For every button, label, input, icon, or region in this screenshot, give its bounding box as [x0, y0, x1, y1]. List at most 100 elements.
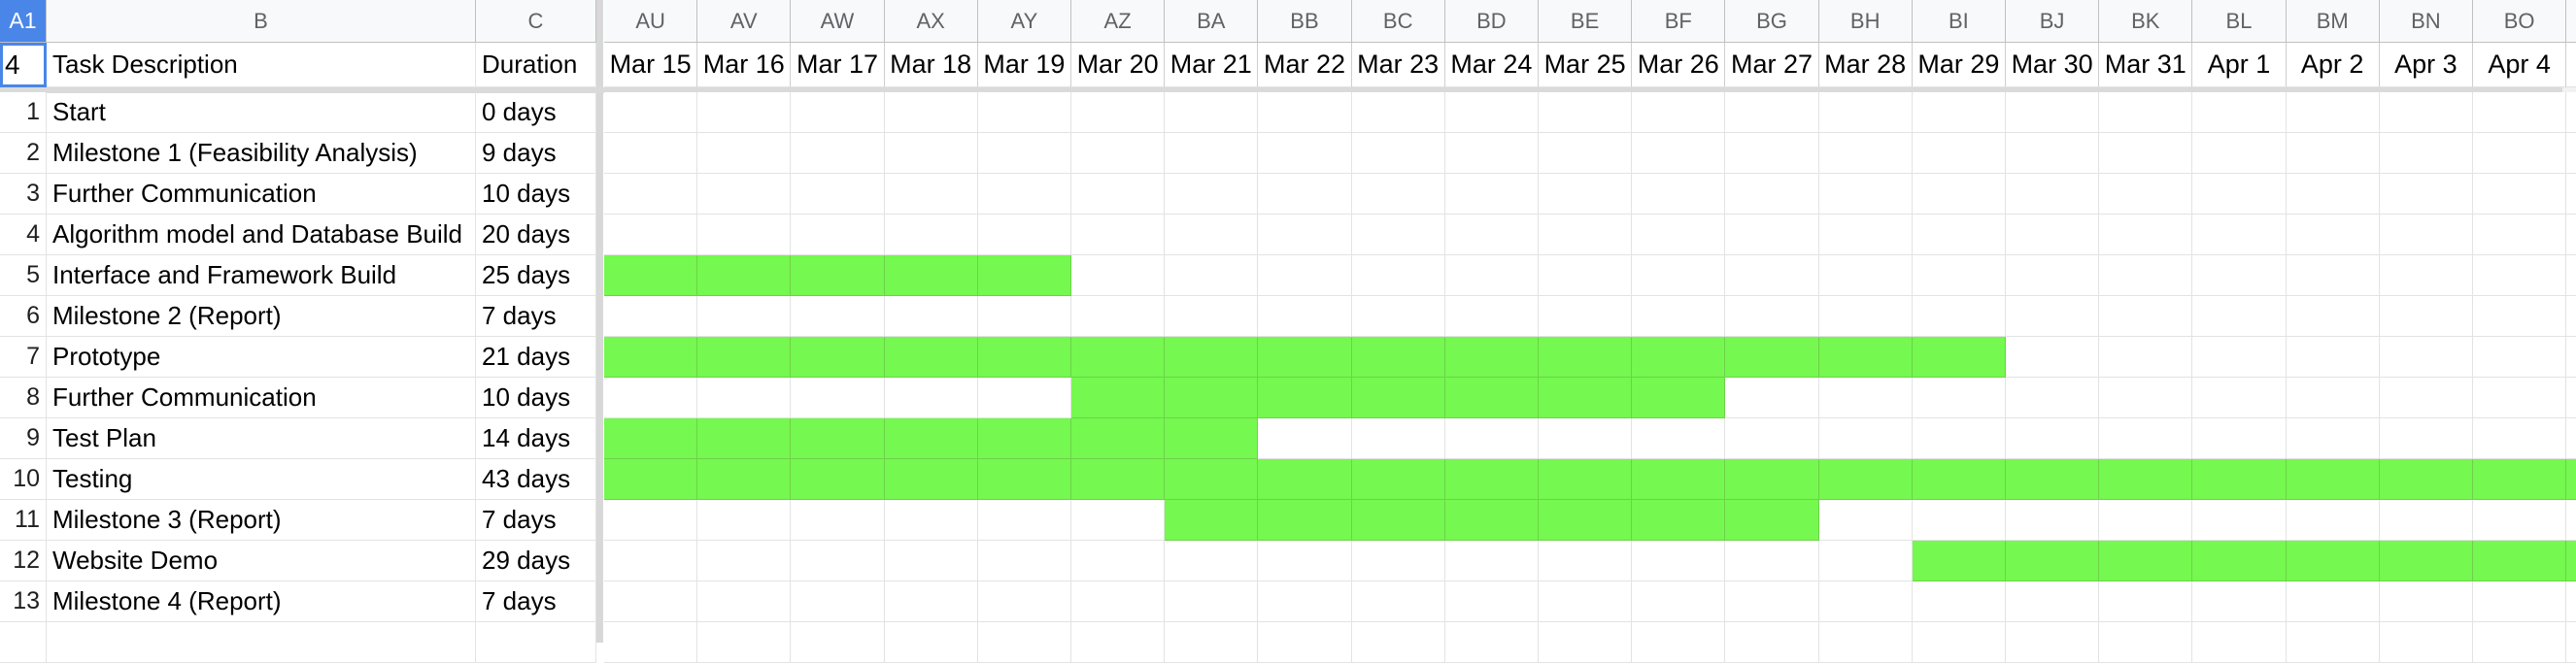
timeline-cell[interactable]	[1632, 133, 1726, 174]
timeline-cell[interactable]	[1725, 378, 1819, 418]
timeline-cell[interactable]	[1444, 133, 1539, 174]
timeline-cell[interactable]	[2006, 418, 2100, 459]
timeline-cell[interactable]	[1539, 418, 1633, 459]
column-header-be[interactable]: BE	[1539, 0, 1633, 43]
timeline-cell[interactable]	[1444, 418, 1539, 459]
task-name-cell[interactable]: Interface and Framework Build	[47, 255, 476, 296]
gantt-bar-cell[interactable]	[1632, 378, 1726, 418]
timeline-cell[interactable]	[1165, 174, 1259, 215]
timeline-cell[interactable]	[2566, 215, 2576, 255]
timeline-cell[interactable]	[977, 622, 1071, 663]
timeline-cell[interactable]	[1912, 296, 2006, 337]
gantt-bar-cell[interactable]	[1258, 500, 1352, 541]
gantt-bar-cell[interactable]	[791, 255, 885, 296]
timeline-cell[interactable]	[2473, 296, 2567, 337]
timeline-cell[interactable]	[884, 378, 978, 418]
gantt-bar-cell[interactable]	[1444, 500, 1539, 541]
timeline-cell[interactable]	[2192, 581, 2287, 622]
task-duration-cell[interactable]: 0 days	[476, 92, 596, 133]
timeline-cell[interactable]	[604, 296, 698, 337]
timeline-cell[interactable]	[604, 174, 698, 215]
timeline-cell[interactable]	[2379, 174, 2473, 215]
header-date-cell[interactable]: Mar 30	[2006, 43, 2100, 87]
gantt-bar-cell[interactable]	[1539, 337, 1633, 378]
gantt-bar-cell[interactable]	[1071, 459, 1166, 500]
row-number[interactable]: 7	[0, 337, 47, 378]
gantt-bar-cell[interactable]	[1912, 459, 2006, 500]
timeline-cell[interactable]	[2192, 92, 2287, 133]
timeline-cell[interactable]	[1818, 622, 1913, 663]
gantt-bar-cell[interactable]	[1351, 378, 1445, 418]
timeline-cell[interactable]	[2379, 296, 2473, 337]
timeline-cell[interactable]	[1725, 174, 1819, 215]
timeline-cell[interactable]	[2286, 255, 2380, 296]
task-duration-cell[interactable]: 20 days	[476, 215, 596, 255]
timeline-cell[interactable]	[977, 215, 1071, 255]
gantt-bar-cell[interactable]	[977, 418, 1071, 459]
column-header-bf[interactable]: BF	[1632, 0, 1726, 43]
gantt-bar-cell[interactable]	[2099, 459, 2193, 500]
timeline-cell[interactable]	[1818, 418, 1913, 459]
row-number-empty[interactable]	[0, 622, 47, 663]
timeline-cell[interactable]	[2566, 255, 2576, 296]
column-header-b[interactable]: B	[47, 0, 476, 43]
gantt-bar-cell[interactable]	[2099, 541, 2193, 581]
timeline-cell[interactable]	[1258, 255, 1352, 296]
timeline-cell[interactable]	[977, 541, 1071, 581]
timeline-cell[interactable]	[2006, 337, 2100, 378]
timeline-cell[interactable]	[791, 174, 885, 215]
gantt-bar-cell[interactable]	[2192, 541, 2287, 581]
timeline-cell[interactable]	[1725, 418, 1819, 459]
column-header-bl[interactable]: BL	[2192, 0, 2287, 43]
timeline-cell[interactable]	[1444, 92, 1539, 133]
row-number[interactable]: 1	[0, 92, 47, 133]
column-header-bc[interactable]: BC	[1351, 0, 1445, 43]
task-name-cell[interactable]: Further Communication	[47, 378, 476, 418]
timeline-cell[interactable]	[1071, 581, 1166, 622]
timeline-cell[interactable]	[1539, 133, 1633, 174]
timeline-cell[interactable]	[2099, 92, 2193, 133]
gantt-bar-cell[interactable]	[1632, 337, 1726, 378]
column-header-au[interactable]: AU	[604, 0, 698, 43]
task-name-cell[interactable]: Milestone 1 (Feasibility Analysis)	[47, 133, 476, 174]
timeline-cell[interactable]	[1632, 622, 1726, 663]
gantt-bar-cell[interactable]	[1258, 337, 1352, 378]
column-header-bn[interactable]: BN	[2379, 0, 2473, 43]
timeline-cell[interactable]	[2192, 337, 2287, 378]
header-date-cell[interactable]: Mar 18	[884, 43, 978, 87]
timeline-cell[interactable]	[2473, 215, 2567, 255]
gantt-bar-cell[interactable]	[1444, 378, 1539, 418]
timeline-cell[interactable]	[1818, 133, 1913, 174]
column-header-az[interactable]: AZ	[1071, 0, 1166, 43]
timeline-cell[interactable]	[2192, 418, 2287, 459]
timeline-cell[interactable]	[2192, 215, 2287, 255]
timeline-cell[interactable]	[884, 296, 978, 337]
header-date-cell[interactable]: Apr 5	[2566, 43, 2576, 87]
timeline-cell[interactable]	[1818, 174, 1913, 215]
task-name-cell[interactable]: Further Communication	[47, 174, 476, 215]
timeline-cell[interactable]	[1632, 418, 1726, 459]
gantt-bar-cell[interactable]	[1165, 418, 1259, 459]
timeline-cell[interactable]	[1539, 215, 1633, 255]
timeline-cell[interactable]	[1444, 541, 1539, 581]
header-date-cell[interactable]: Mar 20	[1071, 43, 1166, 87]
timeline-cell[interactable]	[697, 500, 792, 541]
gantt-bar-cell[interactable]	[2379, 459, 2473, 500]
header-date-cell[interactable]: Mar 16	[697, 43, 792, 87]
timeline-cell[interactable]	[697, 378, 792, 418]
timeline-cell[interactable]	[1165, 581, 1259, 622]
timeline-cell[interactable]	[1725, 133, 1819, 174]
timeline-cell[interactable]	[1725, 255, 1819, 296]
timeline-cell[interactable]	[2006, 378, 2100, 418]
task-duration-cell[interactable]: 7 days	[476, 581, 596, 622]
task-duration-cell[interactable]: 7 days	[476, 296, 596, 337]
column-header-bo[interactable]: BO	[2473, 0, 2567, 43]
timeline-cell[interactable]	[2286, 133, 2380, 174]
gantt-bar-cell[interactable]	[884, 418, 978, 459]
timeline-cell[interactable]	[1165, 622, 1259, 663]
timeline-cell[interactable]	[884, 541, 978, 581]
header-date-cell[interactable]: Mar 19	[977, 43, 1071, 87]
gantt-bar-cell[interactable]	[1912, 541, 2006, 581]
gantt-bar-cell[interactable]	[1071, 418, 1166, 459]
spreadsheet-grid[interactable]: A1 4 B C AU AV AW AX AY AZ BA BB BC BD BE BF BG BH BI BJ B…	[0, 0, 2576, 663]
